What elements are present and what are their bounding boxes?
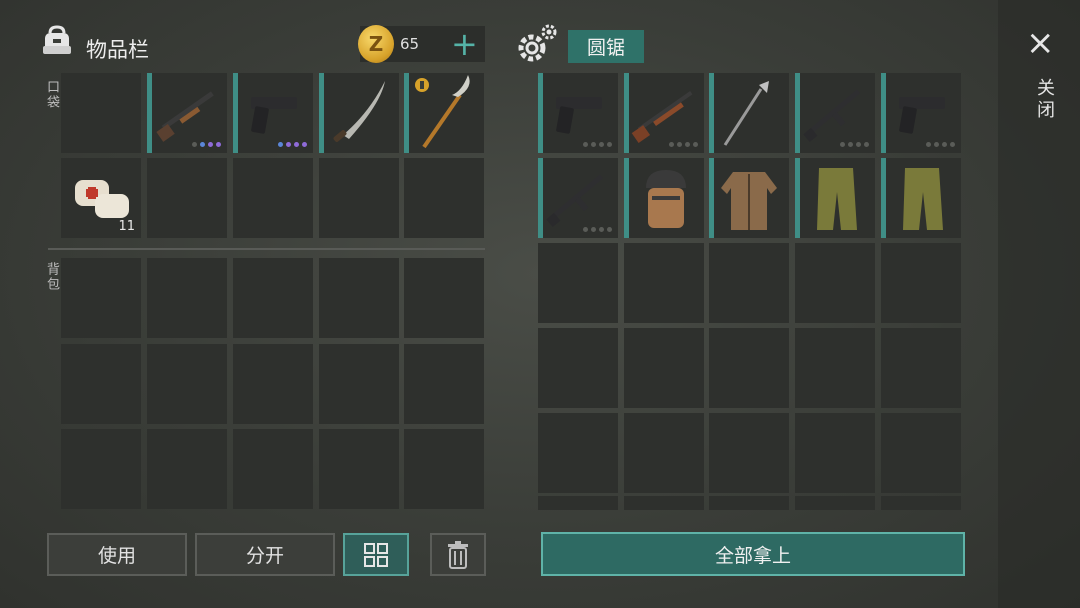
pocket-slot-bandage[interactable]: 11 <box>61 158 141 238</box>
backpack-icon <box>43 25 71 54</box>
backpack-slot[interactable] <box>233 258 313 338</box>
backpack-slot[interactable] <box>404 258 484 338</box>
glaive-icon <box>415 75 470 149</box>
trash-icon <box>448 540 468 569</box>
container-slot-helmet[interactable] <box>624 158 704 238</box>
container-slot-pistol[interactable] <box>538 73 618 153</box>
pants-icon <box>903 168 943 230</box>
container-slot[interactable] <box>881 496 961 510</box>
gear-icon <box>518 24 557 62</box>
container-slot[interactable] <box>881 328 961 408</box>
container-slot[interactable] <box>538 243 618 323</box>
container-slot[interactable] <box>795 496 875 510</box>
backpack-slot[interactable] <box>319 258 399 338</box>
jacket-icon <box>721 172 777 230</box>
pocket-slot-empty[interactable] <box>404 158 484 238</box>
backpack-slot[interactable] <box>147 344 227 424</box>
container-slot[interactable] <box>624 328 704 408</box>
coin-symbol: Z <box>368 32 384 56</box>
grid-view-button[interactable] <box>343 533 409 576</box>
rarity-dots <box>669 142 698 147</box>
pocket-label: 口袋 <box>44 80 59 110</box>
container-slot[interactable] <box>795 328 875 408</box>
backpack-slot[interactable] <box>404 344 484 424</box>
pocket-slot-empty[interactable] <box>61 73 141 153</box>
grid-icon <box>364 542 388 567</box>
machete-icon <box>333 81 385 142</box>
shotgun-icon <box>156 91 214 142</box>
coin-icon: Z <box>358 25 394 63</box>
backpack-slot[interactable] <box>233 429 313 509</box>
backpack-slot[interactable] <box>147 258 227 338</box>
pocket-slot-empty[interactable] <box>319 158 399 238</box>
container-slot[interactable] <box>795 413 875 493</box>
backpack-slot[interactable] <box>319 344 399 424</box>
container-slot-pants[interactable] <box>795 158 875 238</box>
container-slot[interactable] <box>624 243 704 323</box>
container-slot[interactable] <box>881 243 961 323</box>
backpack-slot[interactable] <box>61 258 141 338</box>
pocket-slot-pistol[interactable] <box>233 73 313 153</box>
container-slot[interactable] <box>624 413 704 493</box>
split-button[interactable]: 分开 <box>195 533 335 576</box>
container-slot[interactable] <box>709 243 789 323</box>
pocket-slot-empty[interactable] <box>233 158 313 238</box>
pistol-icon <box>899 97 945 134</box>
container-slot[interactable] <box>538 496 618 510</box>
backpack-slot[interactable] <box>61 344 141 424</box>
inventory-title: 物品栏 <box>86 38 149 62</box>
container-slot-pants[interactable] <box>881 158 961 238</box>
container-slot[interactable] <box>795 243 875 323</box>
hunting-rifle-icon <box>631 91 693 143</box>
pocket-slot-glaive[interactable] <box>404 73 484 153</box>
rarity-dots <box>278 142 307 147</box>
container-slot[interactable] <box>538 413 618 493</box>
trash-button[interactable] <box>430 533 486 576</box>
container-slot[interactable] <box>881 413 961 493</box>
container-slot-assault-rifle[interactable] <box>795 73 875 153</box>
pocket-slot-empty[interactable] <box>147 158 227 238</box>
container-slot[interactable] <box>538 328 618 408</box>
backpack-slot[interactable] <box>61 429 141 509</box>
backpack-slot[interactable] <box>147 429 227 509</box>
container-title: 圆锯 <box>568 30 644 63</box>
container-slot[interactable] <box>709 496 789 510</box>
rarity-dots <box>192 142 221 147</box>
pocket-slot-shotgun[interactable] <box>147 73 227 153</box>
backpack-slot[interactable] <box>319 429 399 509</box>
use-button[interactable]: 使用 <box>47 533 187 576</box>
container-slot[interactable] <box>709 328 789 408</box>
container-slot-pistol[interactable] <box>881 73 961 153</box>
container-slot[interactable] <box>624 496 704 510</box>
rarity-dots <box>583 142 612 147</box>
assault-rifle-icon <box>803 89 861 143</box>
bandage-count: 11 <box>118 219 135 234</box>
assault-rifle-icon <box>546 174 604 228</box>
helmet-icon <box>646 170 686 228</box>
container-slot[interactable] <box>709 413 789 493</box>
pistol-icon <box>556 97 602 134</box>
backpack-slot[interactable] <box>404 429 484 509</box>
rarity-dots <box>583 227 612 232</box>
close-label[interactable]: 关闭 <box>1031 78 1057 122</box>
container-slot-assault-rifle[interactable] <box>538 158 618 238</box>
take-all-button[interactable]: 全部拿上 <box>541 532 965 576</box>
pistol-icon <box>251 97 297 134</box>
pants-icon <box>817 168 857 230</box>
container-slot-jacket[interactable] <box>709 158 789 238</box>
rarity-dots <box>926 142 955 147</box>
golf-club-icon <box>723 81 769 146</box>
divider <box>48 248 485 250</box>
container-slot-golf-club[interactable] <box>709 73 789 153</box>
container-slot-rifle[interactable] <box>624 73 704 153</box>
rarity-dots <box>840 142 869 147</box>
backpack-slot[interactable] <box>233 344 313 424</box>
plus-icon[interactable]: + <box>451 28 478 60</box>
backpack-label: 背包 <box>44 262 59 292</box>
pocket-slot-machete[interactable] <box>319 73 399 153</box>
close-icon[interactable]: × <box>1026 26 1055 60</box>
coin-count: 65 <box>400 35 420 53</box>
